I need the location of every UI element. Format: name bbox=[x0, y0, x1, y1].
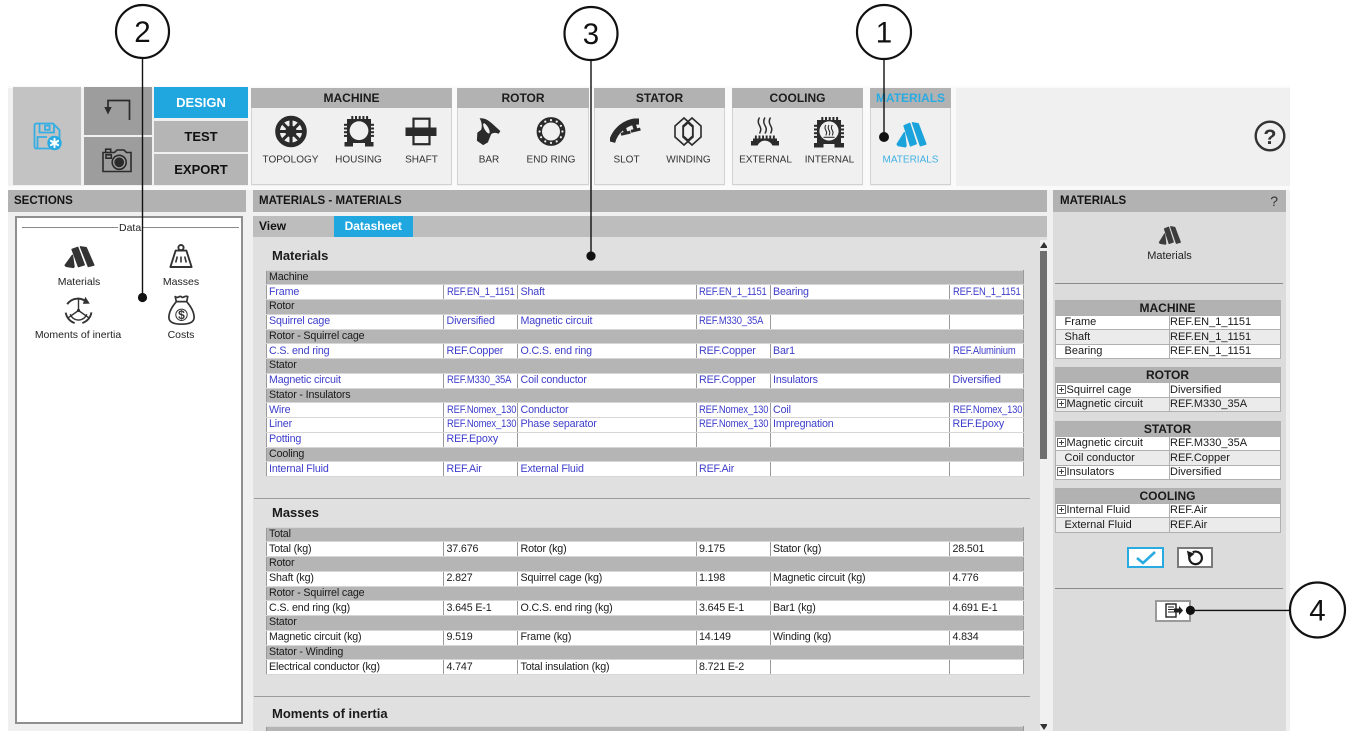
svg-text:3: 3 bbox=[583, 18, 599, 51]
svg-text:4: 4 bbox=[1309, 595, 1325, 628]
svg-text:1: 1 bbox=[876, 17, 892, 50]
svg-text:2: 2 bbox=[134, 16, 150, 49]
